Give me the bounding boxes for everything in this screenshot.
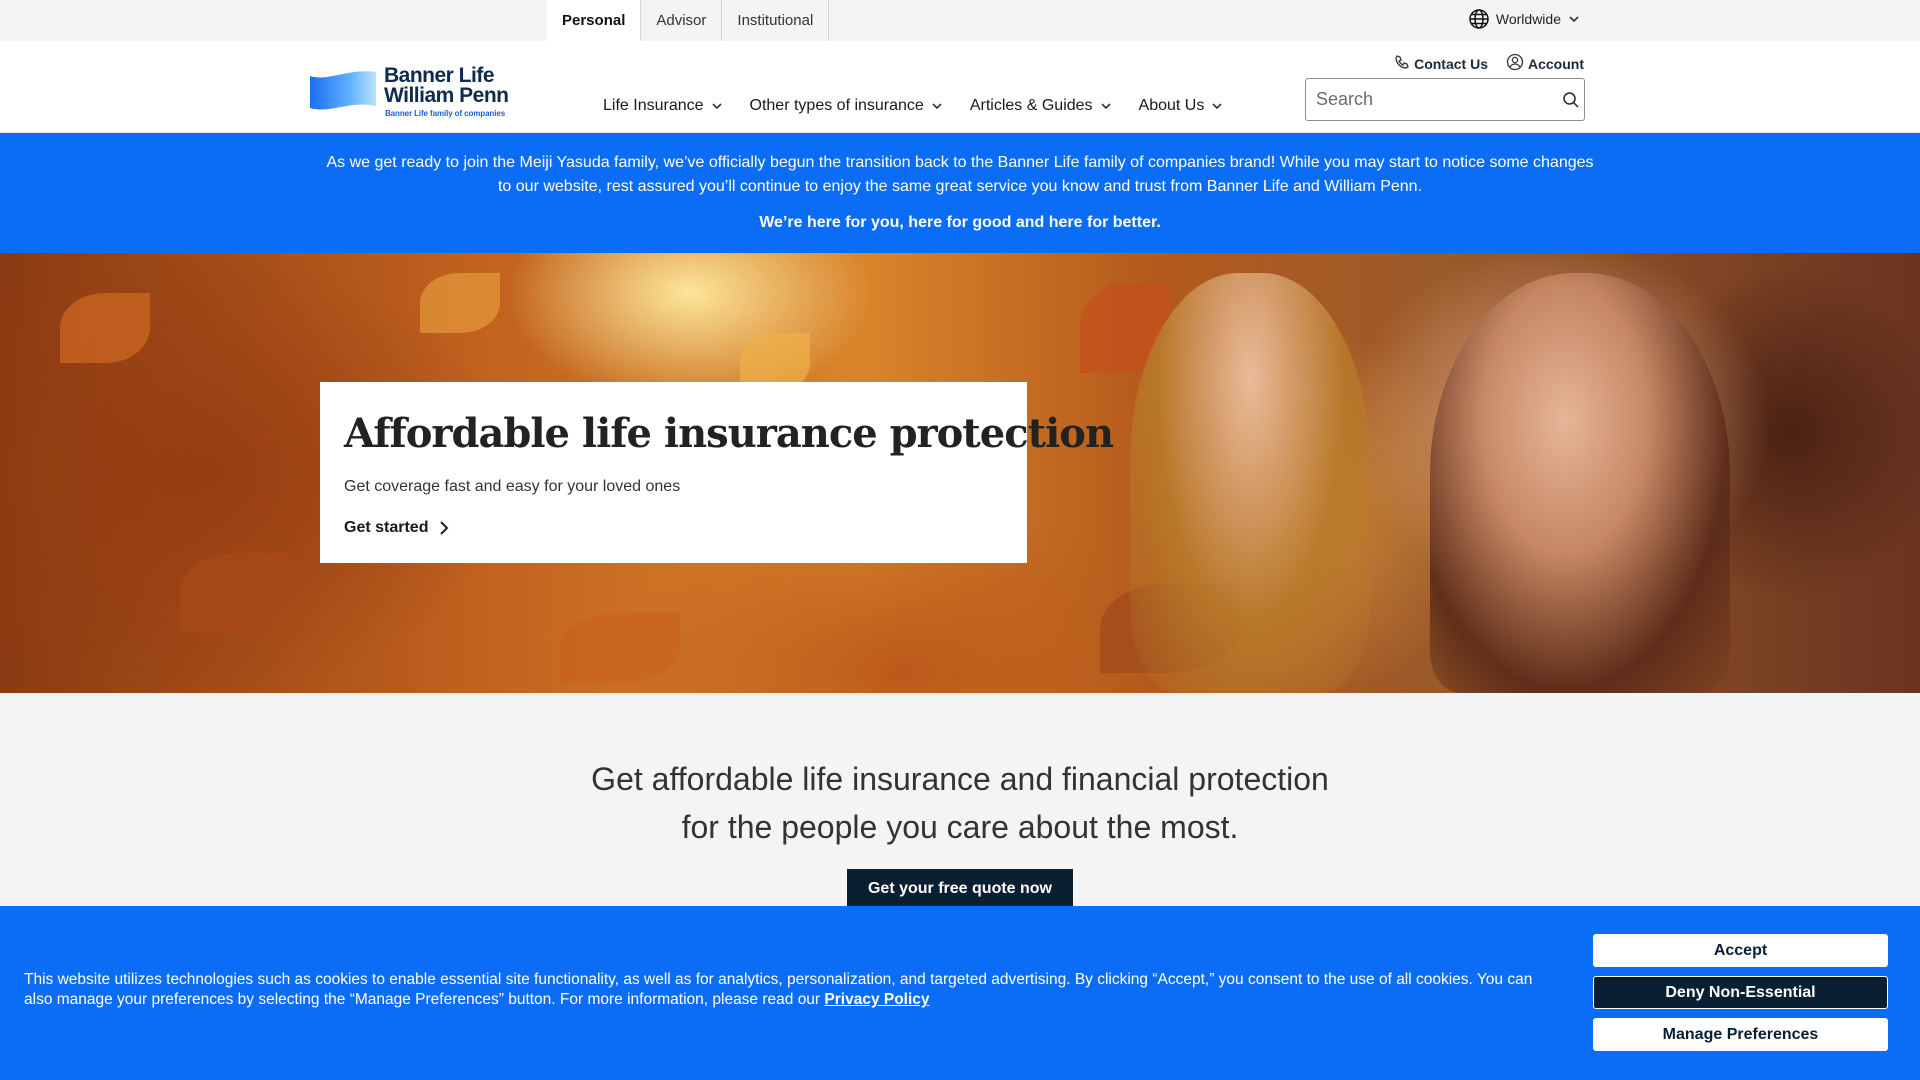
audience-tabs: Personal Advisor Institutional — [547, 0, 830, 41]
tab-personal-label: Personal — [562, 12, 626, 29]
deny-non-essential-button[interactable]: Deny Non-Essential — [1593, 976, 1888, 1009]
logo[interactable]: Banner Life William Penn Banner Life fam… — [308, 63, 513, 121]
cookie-actions: Accept Deny Non-Essential Manage Prefere… — [1593, 934, 1888, 1051]
account-icon — [1506, 53, 1524, 74]
value-prop-line-2: for the people you care about the most. — [681, 809, 1239, 845]
nav-life-insurance[interactable]: Life Insurance — [603, 97, 723, 115]
contact-us-label: Contact Us — [1414, 55, 1488, 72]
cookie-text: This website utilizes technologies such … — [24, 970, 1564, 1010]
nav-about-us[interactable]: About Us — [1139, 97, 1224, 115]
get-started-link[interactable]: Get started — [344, 519, 450, 537]
search-icon — [1563, 91, 1579, 108]
chevron-down-icon — [932, 103, 942, 110]
account-link[interactable]: Account — [1506, 53, 1584, 74]
manage-preferences-button[interactable]: Manage Preferences — [1593, 1018, 1888, 1051]
search-input[interactable] — [1306, 79, 1558, 120]
chevron-down-icon — [711, 103, 722, 110]
phone-icon — [1394, 54, 1410, 73]
hero-section: Affordable life insurance protection Get… — [0, 253, 1920, 693]
hero-subtitle: Get coverage fast and easy for your love… — [344, 478, 681, 495]
utility-links: Contact Us Account — [1394, 53, 1584, 74]
logo-line-1: Banner Life — [384, 64, 495, 87]
hero-card: Affordable life insurance protection Get… — [320, 382, 1114, 563]
free-quote-button[interactable]: Get your free quote now — [847, 869, 1073, 909]
accept-button[interactable]: Accept — [1593, 934, 1888, 967]
audience-bar: Personal Advisor Institutional Worldwide — [0, 0, 1920, 41]
nav-other-insurance-label: Other types of insurance — [749, 97, 924, 114]
announcement-banner: As we get ready to join the Meiji Yasuda… — [0, 133, 1920, 253]
logo-line-2: William Penn — [384, 84, 509, 107]
cookie-message: This website utilizes technologies such … — [24, 971, 1533, 1008]
logo-wave-icon — [310, 71, 376, 110]
chevron-down-icon — [1100, 103, 1111, 110]
region-selector[interactable]: Worldwide — [1468, 0, 1581, 38]
privacy-policy-link[interactable]: Privacy Policy — [824, 991, 929, 1008]
nav-other-insurance[interactable]: Other types of insurance — [750, 97, 943, 115]
tab-personal[interactable]: Personal — [547, 0, 642, 41]
chevron-right-icon — [440, 521, 449, 535]
nav-articles-guides-label: Articles & Guides — [969, 97, 1093, 114]
get-started-label: Get started — [344, 519, 429, 536]
nav-about-us-label: About Us — [1138, 97, 1205, 114]
chevron-down-icon — [1567, 12, 1581, 26]
cookie-banner: This website utilizes technologies such … — [0, 906, 1920, 1080]
globe-icon — [1468, 8, 1490, 30]
announcement-tagline: We’re here for you, here for good and he… — [759, 214, 1161, 231]
region-label: Worldwide — [1495, 11, 1561, 27]
search-box — [1305, 78, 1585, 121]
tab-institutional-label: Institutional — [737, 12, 814, 29]
tab-advisor[interactable]: Advisor — [641, 0, 723, 41]
nav-life-insurance-label: Life Insurance — [603, 97, 704, 114]
tab-institutional[interactable]: Institutional — [722, 0, 830, 41]
main-nav: Life Insurance Other types of insurance … — [603, 97, 1250, 115]
tab-advisor-label: Advisor — [656, 12, 707, 29]
account-label: Account — [1528, 55, 1584, 72]
announcement-text: As we get ready to join the Meiji Yasuda… — [326, 154, 1594, 195]
contact-us-link[interactable]: Contact Us — [1394, 53, 1488, 74]
value-proposition: Get affordable life insurance and financ… — [0, 755, 1920, 851]
value-prop-line-1: Get affordable life insurance and financ… — [591, 761, 1329, 797]
hero-title: Affordable life insurance protection — [344, 410, 1114, 457]
chevron-down-icon — [1212, 103, 1222, 110]
logo-tagline: Banner Life family of companies — [385, 109, 506, 118]
search-button[interactable] — [1558, 79, 1584, 120]
site-header: Banner Life William Penn Banner Life fam… — [0, 41, 1920, 133]
nav-articles-guides[interactable]: Articles & Guides — [970, 97, 1112, 115]
